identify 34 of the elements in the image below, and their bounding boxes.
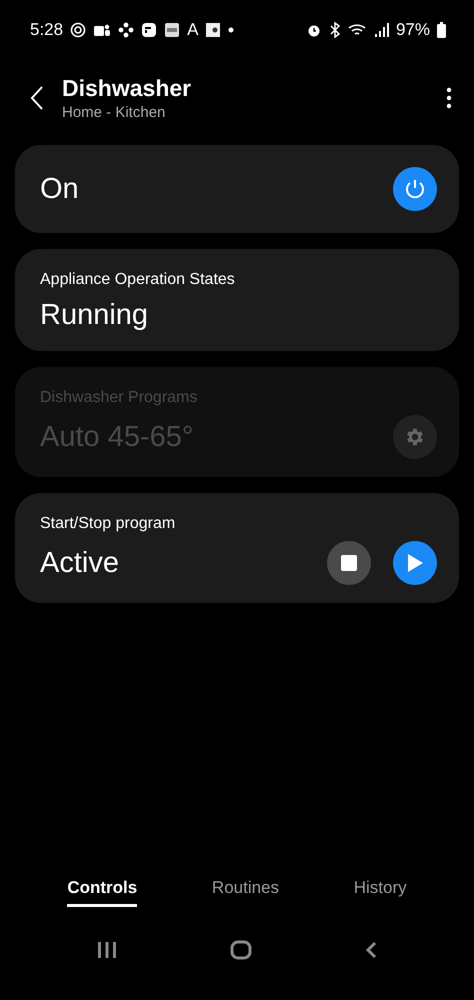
recent-apps-button[interactable] [96,942,117,958]
power-icon [404,178,426,200]
signal-icon [374,23,389,37]
card-label: Start/Stop program [40,515,176,533]
teams-icon [93,22,112,38]
more-options-button[interactable] [446,86,452,108]
tab[interactable]: Controls [67,870,138,907]
stop-button[interactable] [327,541,371,585]
status-letter-icon: A [187,20,198,40]
stop-icon [341,555,357,571]
page-title: Dishwasher [62,74,192,102]
bluetooth-icon [328,22,341,38]
back-button[interactable] [365,941,378,959]
home-button[interactable] [230,940,252,960]
card-value: On [40,172,80,207]
card-value: Running [40,298,150,333]
gear-icon [404,426,426,448]
card-label: Appliance Operation States [40,271,236,289]
battery-percentage: 97% [396,20,430,40]
tab[interactable]: History [354,870,407,907]
card-value: Auto 45-65° [40,420,194,455]
clock-time: 5:28 [30,20,64,40]
fan-icon [118,22,134,38]
app-icon [70,22,86,38]
power-button[interactable] [393,167,437,211]
battery-icon [437,22,446,38]
play-icon [407,554,423,572]
dot-icon [228,27,234,33]
play-button[interactable] [393,541,437,585]
tab[interactable]: Routines [212,870,280,907]
card-value: Active [40,546,120,581]
page-subtitle: Home - Kitchen [62,104,166,121]
card-label: Dishwasher Programs [40,389,198,407]
app-icon [141,22,158,38]
